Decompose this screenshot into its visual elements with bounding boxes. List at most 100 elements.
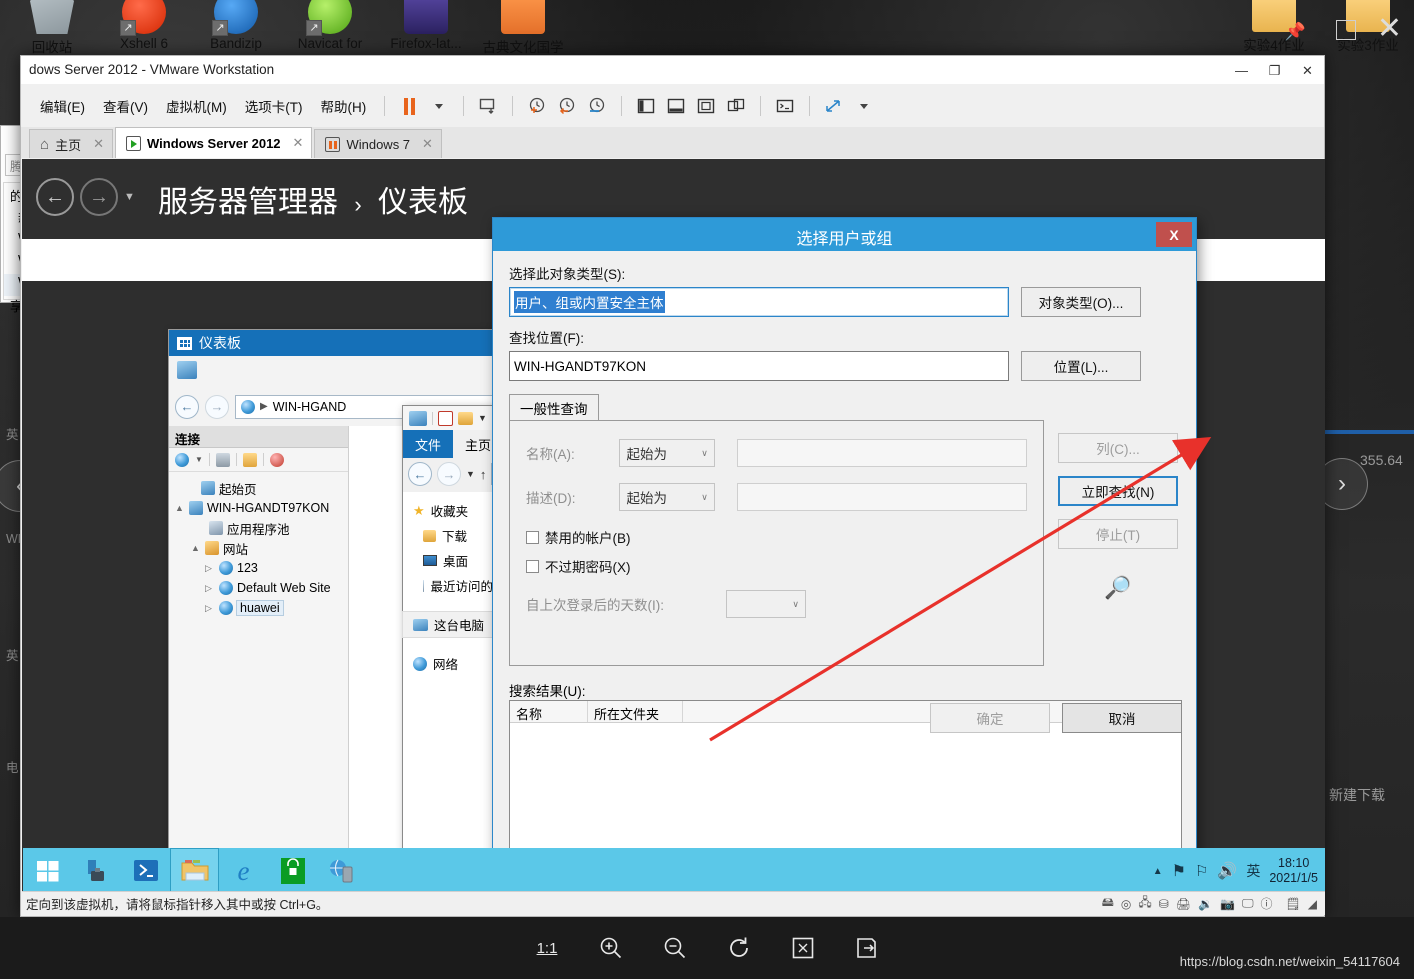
ok-button[interactable]: 确定 xyxy=(930,703,1050,733)
fullscreen-button[interactable] xyxy=(691,93,721,119)
message-log-icon[interactable]: 🗒 xyxy=(1286,897,1301,911)
desktop-icon-recycle-bin[interactable]: 回收站 xyxy=(4,0,100,60)
minimize-button[interactable]: — xyxy=(1225,56,1258,85)
sound-icon[interactable]: 🔉 xyxy=(1198,897,1213,911)
maximize-icon[interactable] xyxy=(1336,20,1356,40)
chevron-down-icon[interactable]: ▼ xyxy=(478,413,487,423)
action-center-icon[interactable]: ⚐ xyxy=(1195,862,1208,880)
maximize-button[interactable]: ❐ xyxy=(1258,56,1291,85)
menu-help[interactable]: 帮助(H) xyxy=(312,91,376,121)
info-icon[interactable]: ⓘ xyxy=(1261,895,1273,912)
tree-expander[interactable]: ▷ xyxy=(205,583,215,594)
start-button[interactable] xyxy=(23,848,72,894)
up-icon[interactable]: ↑ xyxy=(480,467,487,482)
desktop-icon-bandizip[interactable]: ↗ Bandizip xyxy=(188,0,284,55)
rotate-tool[interactable] xyxy=(724,933,754,963)
menu-tabs[interactable]: 选项卡(T) xyxy=(236,91,312,121)
forward-button[interactable]: → xyxy=(80,178,118,216)
close-icon[interactable]: ✕ xyxy=(1377,14,1402,44)
back-button[interactable]: ← xyxy=(175,394,199,419)
close-icon[interactable]: ✕ xyxy=(422,136,433,152)
checkbox[interactable] xyxy=(526,559,539,573)
tree-expander[interactable]: ▷ xyxy=(205,563,215,574)
tree-expander[interactable]: ▲ xyxy=(191,543,201,553)
non-expiring-password-checkbox-row[interactable]: 不过期密码(X) xyxy=(526,556,1027,576)
object-types-button[interactable]: 对象类型(O)... xyxy=(1021,287,1141,317)
taskbar-iis-manager[interactable] xyxy=(317,848,366,894)
desktop-icon-navicat[interactable]: ↗ Navicat for xyxy=(282,0,378,55)
zoom-in-tool[interactable] xyxy=(596,933,626,963)
tab-windows-7[interactable]: Windows 7 ✕ xyxy=(314,129,442,158)
revert-snapshot-button[interactable] xyxy=(552,93,582,119)
ime-indicator[interactable]: 英 xyxy=(1246,861,1260,881)
taskbar-powershell[interactable] xyxy=(121,848,170,894)
tree-expander[interactable]: ▲ xyxy=(175,503,185,513)
save-icon[interactable] xyxy=(215,452,230,467)
vm-guest-screen[interactable]: ← → ▼ 服务器管理器 › 仪表板 仪表板 ← → ▶ WIN-HGAND 连… xyxy=(22,159,1325,894)
menu-view[interactable]: 查看(V) xyxy=(94,91,157,121)
close-button[interactable]: X xyxy=(1156,222,1192,247)
printer-icon[interactable]: 🖨 xyxy=(1176,897,1191,911)
network-flag-icon[interactable]: ⚑ xyxy=(1172,861,1186,881)
forward-button[interactable]: → xyxy=(205,394,229,419)
description-operator-select[interactable]: 起始为 ∨ xyxy=(619,483,715,511)
menu-vm[interactable]: 虚拟机(M) xyxy=(157,91,236,121)
unity-button[interactable] xyxy=(721,93,751,119)
checkbox[interactable] xyxy=(526,530,539,544)
actual-size-tool[interactable]: 1:1 xyxy=(532,933,562,963)
taskbar-server-manager[interactable] xyxy=(72,848,121,894)
suspend-button[interactable] xyxy=(394,93,424,119)
camera-icon[interactable]: 📷 xyxy=(1220,897,1235,911)
properties-icon[interactable] xyxy=(438,410,453,426)
install-tools-button[interactable] xyxy=(473,93,503,119)
tree-expander[interactable]: ▷ xyxy=(205,603,215,614)
taskbar-internet-explorer[interactable]: e xyxy=(219,848,268,894)
description-value-input[interactable] xyxy=(736,483,1027,511)
tree-item-site-123[interactable]: ▷ 123 xyxy=(175,558,348,578)
tree-item-sites[interactable]: ▲ 网站 xyxy=(175,538,348,558)
clock[interactable]: 18:10 2021/1/5 xyxy=(1269,856,1318,886)
results-column-folder[interactable]: 所在文件夹 xyxy=(588,701,683,722)
show-hidden-icon[interactable]: ▲ xyxy=(1153,866,1163,877)
days-since-logon-select[interactable]: ∨ xyxy=(726,590,806,618)
take-snapshot-button[interactable] xyxy=(522,93,552,119)
console-button[interactable] xyxy=(770,93,800,119)
stretch-button[interactable] xyxy=(819,93,849,119)
show-thumbnails-button[interactable] xyxy=(661,93,691,119)
disconnect-icon[interactable] xyxy=(269,452,284,467)
open-folder-icon[interactable] xyxy=(242,452,257,467)
tree-item-start-page[interactable]: 起始页 xyxy=(175,478,348,498)
tree-item-site-huawei[interactable]: ▷ huawei xyxy=(175,598,348,618)
taskbar-file-explorer[interactable] xyxy=(170,848,219,894)
show-library-button[interactable] xyxy=(631,93,661,119)
new-folder-icon[interactable] xyxy=(458,411,473,425)
ribbon-tab-file[interactable]: 文件 xyxy=(403,430,454,458)
network-icon[interactable]: 🖧 xyxy=(1138,893,1151,914)
snapshot-manager-button[interactable] xyxy=(582,93,612,119)
close-button[interactable]: ✕ xyxy=(1291,56,1324,85)
volume-icon[interactable]: 🔊 xyxy=(1217,861,1237,881)
menu-edit[interactable]: 编辑(E) xyxy=(31,91,94,121)
hard-disk-icon[interactable]: 🖴 xyxy=(1102,893,1114,914)
pin-icon[interactable]: 📌 xyxy=(1285,22,1306,42)
back-button[interactable]: ← xyxy=(408,462,432,486)
connect-icon[interactable] xyxy=(175,452,189,467)
close-icon[interactable]: ✕ xyxy=(93,136,104,152)
cd-icon[interactable]: ◎ xyxy=(1121,897,1131,911)
name-operator-select[interactable]: 起始为 ∨ xyxy=(619,439,715,467)
suspend-dropdown-button[interactable] xyxy=(424,93,454,119)
object-type-input[interactable]: 用户、组或内置安全主体 xyxy=(509,287,1009,317)
save-tool[interactable] xyxy=(852,933,882,963)
find-now-button[interactable]: 立即查找(N) xyxy=(1058,476,1178,506)
display-icon[interactable]: 🖵 xyxy=(1242,896,1254,911)
recent-locations-icon[interactable]: ▼ xyxy=(466,469,475,479)
resize-grip-icon[interactable]: ◢ xyxy=(1308,897,1317,911)
close-icon[interactable]: ✕ xyxy=(293,135,304,151)
tree-item-site-default[interactable]: ▷ Default Web Site xyxy=(175,578,348,598)
stretch-dropdown-button[interactable] xyxy=(849,93,879,119)
tab-general-query[interactable]: 一般性查询 xyxy=(509,394,599,421)
location-input[interactable]: WIN-HGANDT97KON xyxy=(509,351,1009,381)
disabled-accounts-checkbox-row[interactable]: 禁用的帐户(B) xyxy=(526,527,1027,547)
tab-home[interactable]: ⌂ 主页 ✕ xyxy=(29,129,113,158)
cancel-button[interactable]: 取消 xyxy=(1062,703,1182,733)
